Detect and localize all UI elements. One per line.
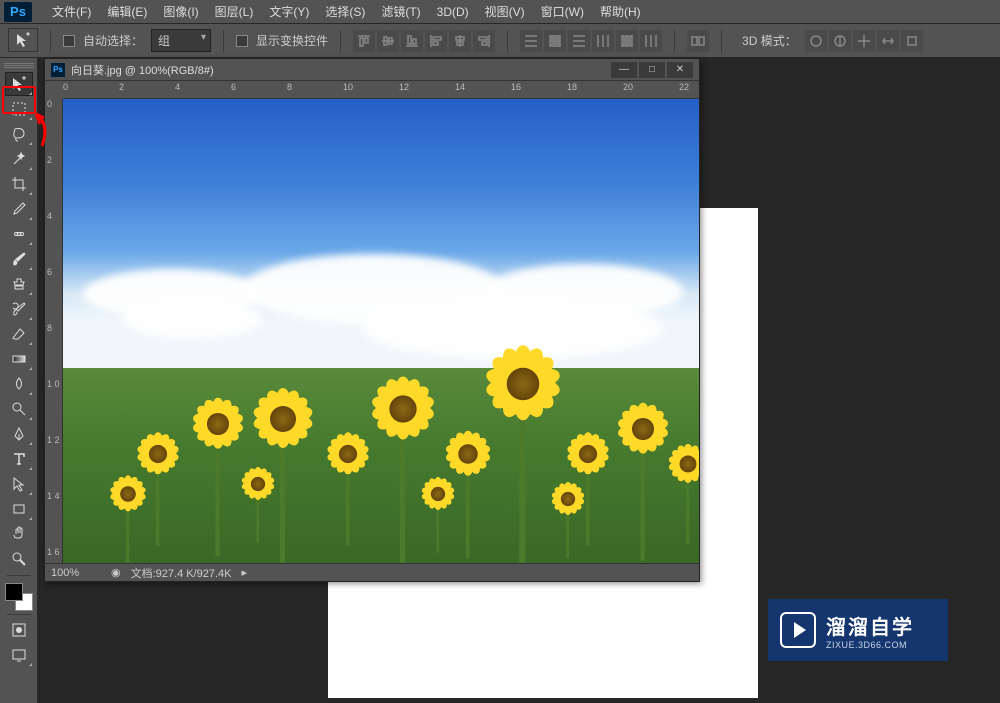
sunflower-image <box>63 99 699 563</box>
spot-heal-tool[interactable] <box>5 222 33 246</box>
panel-grip[interactable] <box>4 60 34 70</box>
dist-bottom-icon[interactable] <box>568 30 590 52</box>
menu-window[interactable]: 窗口(W) <box>533 0 592 23</box>
align-left-icon[interactable] <box>425 30 447 52</box>
document-titlebar[interactable]: Ps 向日葵.jpg @ 100%(RGB/8#) — □ ✕ <box>45 59 699 81</box>
menu-help[interactable]: 帮助(H) <box>592 0 649 23</box>
menu-filter[interactable]: 滤镜(T) <box>373 0 428 23</box>
statusbar-icon[interactable]: ◉ <box>111 566 121 579</box>
menu-3d[interactable]: 3D(D) <box>429 2 477 22</box>
canvas-area: Ps 向日葵.jpg @ 100%(RGB/8#) — □ ✕ 0 2 4 6 … <box>38 58 1000 703</box>
pen-tool[interactable] <box>5 422 33 446</box>
dist-vcenter-icon[interactable] <box>544 30 566 52</box>
show-transform-checkbox[interactable] <box>236 35 248 47</box>
menu-image[interactable]: 图像(I) <box>155 0 206 23</box>
lasso-tool[interactable] <box>5 122 33 146</box>
horizontal-ruler[interactable]: 0 2 4 6 8 10 12 14 16 18 20 22 <box>63 81 699 99</box>
mode-3d-label: 3D 模式： <box>742 32 797 49</box>
zoom-value[interactable]: 100% <box>51 567 101 579</box>
gradient-tool[interactable] <box>5 347 33 371</box>
auto-align-icon[interactable] <box>687 30 709 52</box>
dist-right-icon[interactable] <box>640 30 662 52</box>
divider <box>674 30 675 52</box>
blur-tool[interactable] <box>5 372 33 396</box>
brand-sub-text: ZIXUE.3D66.COM <box>826 640 914 650</box>
options-bar: 自动选择： 组 显示变换控件 3D 模式： <box>0 24 1000 58</box>
statusbar-flyout-icon[interactable]: ▸ <box>242 566 248 579</box>
menu-select[interactable]: 选择(S) <box>317 0 373 23</box>
crop-tool[interactable] <box>5 172 33 196</box>
workspace: Ps 向日葵.jpg @ 100%(RGB/8#) — □ ✕ 0 2 4 6 … <box>0 58 1000 703</box>
color-swatches[interactable] <box>5 583 33 611</box>
document-icon: Ps <box>51 63 65 77</box>
vertical-ruler[interactable]: 0 2 4 6 8 1 0 1 2 1 4 1 6 <box>45 99 63 563</box>
move-tool[interactable] <box>5 72 33 96</box>
app-logo: Ps <box>4 2 32 22</box>
eyedropper-tool[interactable] <box>5 197 33 221</box>
dodge-tool[interactable] <box>5 397 33 421</box>
path-select-tool[interactable] <box>5 472 33 496</box>
document-statusbar: 100% ◉ 文档:927.4 K/927.4K ▸ <box>45 563 699 581</box>
dist-left-icon[interactable] <box>592 30 614 52</box>
hand-tool[interactable] <box>5 522 33 546</box>
align-bottom-icon[interactable] <box>401 30 423 52</box>
auto-select-dropdown[interactable]: 组 <box>151 29 211 52</box>
align-group-1 <box>353 30 495 52</box>
show-transform-label: 显示变换控件 <box>256 32 328 49</box>
close-button[interactable]: ✕ <box>667 62 693 78</box>
window-controls: — □ ✕ <box>611 62 693 78</box>
history-brush-tool[interactable] <box>5 297 33 321</box>
mode-3d-group <box>805 30 923 52</box>
menubar: Ps 文件(F) 编辑(E) 图像(I) 图层(L) 文字(Y) 选择(S) 滤… <box>0 0 1000 24</box>
align-right-icon[interactable] <box>473 30 495 52</box>
menu-type[interactable]: 文字(Y) <box>261 0 317 23</box>
zoom-tool[interactable] <box>5 547 33 571</box>
align-hcenter-icon[interactable] <box>449 30 471 52</box>
document-title: 向日葵.jpg @ 100%(RGB/8#) <box>71 62 611 78</box>
3d-pan-icon[interactable] <box>853 30 875 52</box>
canvas-image[interactable] <box>63 99 699 563</box>
tool-separator <box>7 614 31 615</box>
foreground-color-swatch[interactable] <box>5 583 23 601</box>
menu-view[interactable]: 视图(V) <box>477 0 533 23</box>
menu-edit[interactable]: 编辑(E) <box>99 0 155 23</box>
clone-stamp-tool[interactable] <box>5 272 33 296</box>
play-icon <box>780 612 816 648</box>
type-tool[interactable] <box>5 447 33 471</box>
menu-file[interactable]: 文件(F) <box>44 0 99 23</box>
3d-orbit-icon[interactable] <box>805 30 827 52</box>
dist-top-icon[interactable] <box>520 30 542 52</box>
distribute-group <box>520 30 662 52</box>
rectangle-tool[interactable] <box>5 497 33 521</box>
brand-badge: 溜溜自学 ZIXUE.3D66.COM <box>768 599 948 661</box>
current-tool-icon[interactable] <box>8 28 38 52</box>
tool-separator <box>7 575 31 576</box>
divider <box>721 30 722 52</box>
menu-layer[interactable]: 图层(L) <box>207 0 262 23</box>
doc-info: 文档:927.4 K/927.4K <box>131 565 232 581</box>
auto-select-label: 自动选择： <box>83 32 143 49</box>
divider <box>340 30 341 52</box>
document-window: Ps 向日葵.jpg @ 100%(RGB/8#) — □ ✕ 0 2 4 6 … <box>44 58 700 582</box>
quickmask-tool[interactable] <box>5 618 33 642</box>
maximize-button[interactable]: □ <box>639 62 665 78</box>
magic-wand-tool[interactable] <box>5 147 33 171</box>
divider <box>50 30 51 52</box>
dist-hcenter-icon[interactable] <box>616 30 638 52</box>
brand-main-text: 溜溜自学 <box>826 611 914 640</box>
3d-scale-icon[interactable] <box>901 30 923 52</box>
minimize-button[interactable]: — <box>611 62 637 78</box>
marquee-tool[interactable] <box>5 97 33 121</box>
divider <box>223 30 224 52</box>
align-vcenter-icon[interactable] <box>377 30 399 52</box>
divider <box>507 30 508 52</box>
brush-tool[interactable] <box>5 247 33 271</box>
3d-slide-icon[interactable] <box>877 30 899 52</box>
3d-roll-icon[interactable] <box>829 30 851 52</box>
auto-select-checkbox[interactable] <box>63 35 75 47</box>
tool-panel <box>0 58 38 703</box>
screenmode-tool[interactable] <box>5 643 33 667</box>
eraser-tool[interactable] <box>5 322 33 346</box>
align-top-icon[interactable] <box>353 30 375 52</box>
